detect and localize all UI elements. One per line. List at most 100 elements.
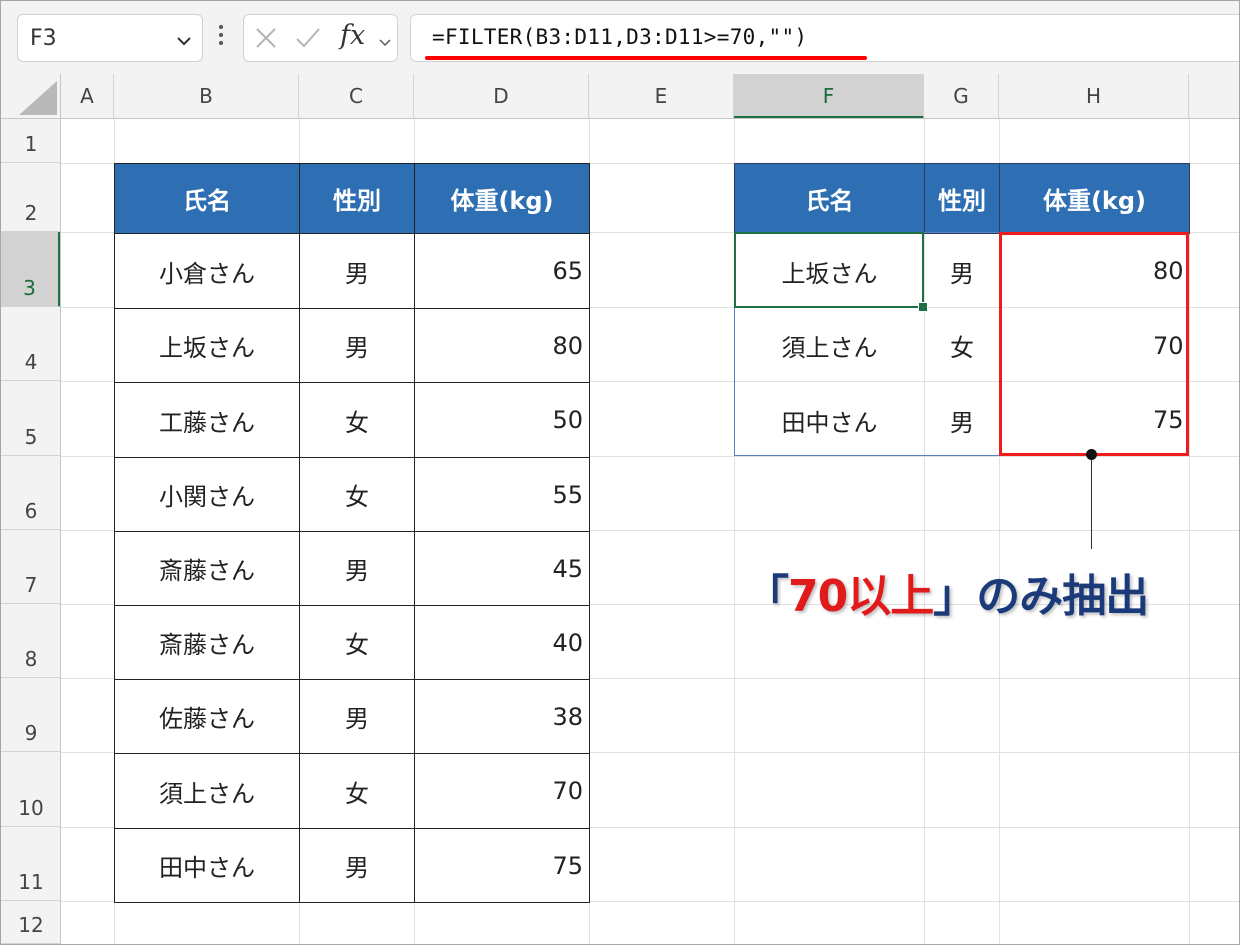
cell-name[interactable]: 斎藤さん (114, 605, 300, 680)
cell-weight[interactable]: 40 (414, 605, 590, 680)
worksheet-grid[interactable]: A B C D E F G H 1 2 3 4 5 6 7 8 9 10 11 … (1, 74, 1239, 944)
cell-name[interactable]: 田中さん (735, 383, 925, 458)
enter-check-icon[interactable] (294, 26, 322, 54)
cell-name[interactable]: 佐藤さん (114, 679, 300, 754)
cell-weight[interactable]: 80 (414, 308, 590, 383)
source-table: 氏名 性別 体重(kg) 小倉さん 男 65 上坂さん 男 80 工藤さん 女 … (114, 163, 590, 903)
cell-gender[interactable]: 男 (925, 383, 1000, 458)
row-header-10[interactable]: 10 (1, 752, 61, 827)
cell-name[interactable]: 斎藤さん (114, 531, 300, 606)
row-number: 7 (24, 573, 38, 597)
row-number: 1 (24, 132, 38, 156)
row-header-3[interactable]: 3 (1, 232, 61, 307)
row-header-2[interactable]: 2 (1, 163, 61, 232)
name-box[interactable]: F3 (17, 14, 203, 62)
column-header-h[interactable]: H (999, 74, 1189, 119)
row-header-7[interactable]: 7 (1, 530, 61, 604)
column-header-e[interactable]: E (589, 74, 734, 119)
header-name[interactable]: 氏名 (734, 163, 925, 234)
table-header-row: 氏名 性別 体重(kg) (734, 163, 1190, 234)
cell-gender[interactable]: 男 (299, 679, 415, 754)
cell-name[interactable]: 田中さん (114, 828, 300, 903)
cell-gender[interactable]: 男 (299, 531, 415, 606)
table-header-row: 氏名 性別 体重(kg) (114, 163, 590, 234)
row-number: 8 (24, 647, 38, 671)
table-row: 須上さん 女 70 (114, 753, 590, 829)
spreadsheet-window: F3 fx =FILTER(B3:D11,D3:D11>=70,"") A B … (0, 0, 1240, 945)
cell-weight[interactable]: 50 (414, 382, 590, 458)
column-header-g[interactable]: G (924, 74, 999, 119)
cell-weight[interactable]: 65 (414, 233, 590, 309)
row-header-4[interactable]: 4 (1, 307, 61, 381)
row-header-6[interactable]: 6 (1, 456, 61, 530)
header-weight[interactable]: 体重(kg) (999, 163, 1190, 234)
row-number: 6 (24, 499, 38, 523)
table-row: 小関さん 女 55 (114, 457, 590, 532)
callout-open-bracket: 「 (745, 571, 789, 622)
more-options-icon[interactable] (217, 25, 225, 49)
chevron-down-icon[interactable] (378, 33, 392, 52)
row-number: 10 (18, 796, 44, 820)
row-number: 2 (24, 201, 38, 225)
cell-gender[interactable]: 男 (299, 828, 415, 903)
header-weight[interactable]: 体重(kg) (414, 163, 590, 234)
formula-bar: F3 fx =FILTER(B3:D11,D3:D11>=70,"") (1, 1, 1239, 74)
cancel-icon[interactable] (254, 26, 278, 54)
cell-name[interactable]: 須上さん (114, 753, 300, 829)
cell-name[interactable]: 小関さん (114, 457, 300, 532)
formula-input[interactable]: =FILTER(B3:D11,D3:D11>=70,"") (410, 14, 1239, 62)
cell-name[interactable]: 上坂さん (114, 308, 300, 383)
row-number: 12 (18, 913, 44, 937)
insert-function-icon[interactable]: fx (340, 20, 365, 51)
row-header-9[interactable]: 9 (1, 678, 61, 752)
cell-weight[interactable]: 55 (414, 457, 590, 532)
cell-name[interactable]: 須上さん (735, 309, 925, 383)
cell-gender[interactable]: 男 (925, 234, 1000, 309)
row-number: 3 (23, 276, 36, 300)
select-all-corner[interactable] (1, 74, 61, 119)
table-row: 田中さん 男 75 (114, 828, 590, 903)
column-header-a[interactable]: A (61, 74, 114, 119)
callout-label: 「70以上」のみ抽出 (745, 560, 1149, 624)
cell-gender[interactable]: 女 (299, 605, 415, 680)
cell-gender[interactable]: 男 (299, 308, 415, 383)
row-header-12[interactable]: 12 (1, 901, 61, 944)
active-cell-f3[interactable] (734, 232, 924, 308)
row-header-5[interactable]: 5 (1, 381, 61, 456)
row-header-1[interactable]: 1 (1, 119, 61, 163)
row-header-11[interactable]: 11 (1, 827, 61, 901)
formula-underline (425, 56, 867, 60)
cell-gender[interactable]: 女 (925, 309, 1000, 383)
row-number: 11 (18, 870, 44, 894)
header-name[interactable]: 氏名 (114, 163, 300, 234)
formula-text: =FILTER(B3:D11,D3:D11>=70,"") (432, 25, 808, 49)
table-row: 工藤さん 女 50 (114, 382, 590, 458)
table-row: 佐藤さん 男 38 (114, 679, 590, 754)
header-gender[interactable]: 性別 (299, 163, 415, 234)
column-header-b[interactable]: B (114, 74, 299, 119)
column-header-c[interactable]: C (299, 74, 414, 119)
row-number: 4 (24, 350, 38, 374)
formula-controls: fx (243, 14, 398, 62)
cell-name[interactable]: 工藤さん (114, 382, 300, 458)
cell-weight[interactable]: 45 (414, 531, 590, 606)
cell-gender[interactable]: 女 (299, 753, 415, 829)
cell-gender[interactable]: 女 (299, 457, 415, 532)
chevron-down-icon[interactable] (176, 32, 192, 51)
callout-highlight: 70以上 (788, 571, 934, 622)
cell-weight[interactable]: 70 (414, 753, 590, 829)
highlight-box (999, 232, 1189, 456)
cell-weight[interactable]: 38 (414, 679, 590, 754)
callout-close-bracket: 」 (933, 571, 977, 622)
row-header-8[interactable]: 8 (1, 604, 61, 678)
header-gender[interactable]: 性別 (924, 163, 1000, 234)
cell-weight[interactable]: 75 (414, 828, 590, 903)
cell-gender[interactable]: 女 (299, 382, 415, 458)
fill-handle[interactable] (918, 302, 928, 312)
callout-pointer-line (1091, 454, 1092, 549)
cell-gender[interactable]: 男 (299, 233, 415, 309)
cell-name[interactable]: 小倉さん (114, 233, 300, 309)
column-header-d[interactable]: D (414, 74, 589, 119)
column-header-f[interactable]: F (734, 74, 924, 119)
callout-rest: のみ抽出 (976, 571, 1149, 622)
